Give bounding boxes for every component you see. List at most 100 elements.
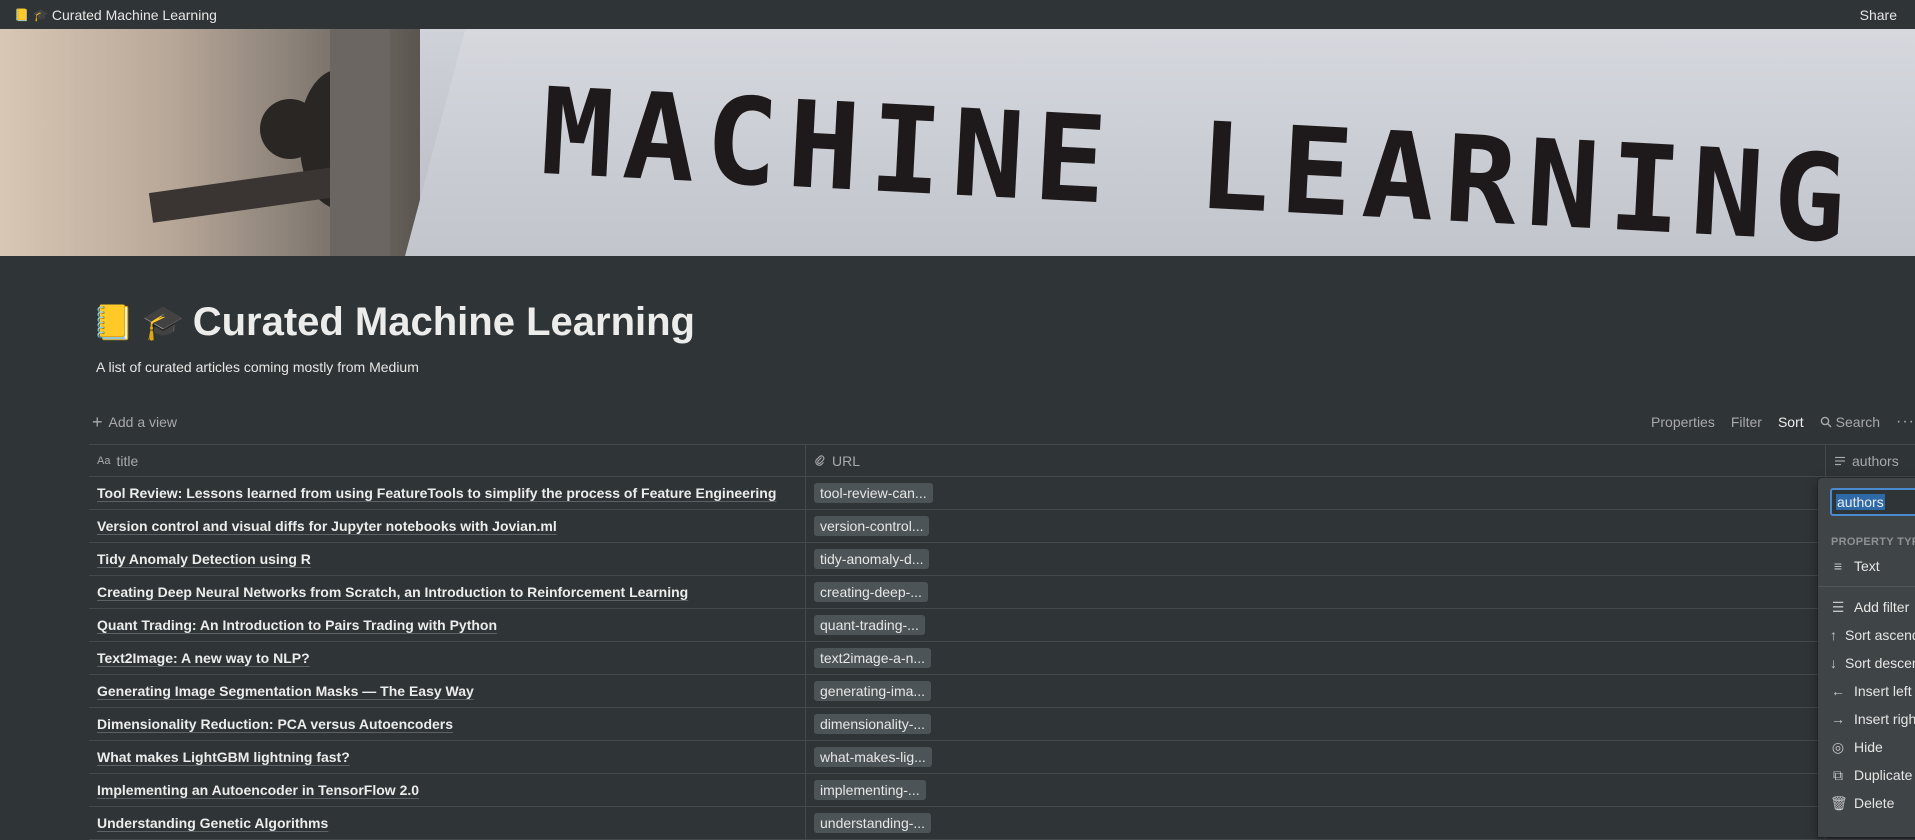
title-cell[interactable]: Tidy Anomaly Detection using R xyxy=(89,543,806,575)
table-row[interactable]: Version control and visual diffs for Jup… xyxy=(89,510,1915,543)
url-cell[interactable]: tidy-anomaly-d... xyxy=(806,543,1826,575)
insert-right-item[interactable]: → Insert right xyxy=(1818,705,1915,733)
url-cell[interactable]: quant-trading-... xyxy=(806,609,1826,641)
table-row[interactable]: What makes LightGBM lightning fast? what-… xyxy=(89,741,1915,774)
menu-item-label: Sort descending xyxy=(1845,655,1915,671)
url-cell[interactable]: dimensionality-... xyxy=(806,708,1826,740)
row-title[interactable]: Text2Image: A new way to NLP? xyxy=(97,650,310,666)
duplicate-item[interactable]: ⧉ Duplicate xyxy=(1818,761,1915,789)
url-cell[interactable]: tool-review-can... xyxy=(806,477,1826,509)
url-cell[interactable]: generating-ima... xyxy=(806,675,1826,707)
table-row[interactable]: Creating Deep Neural Networks from Scrat… xyxy=(89,576,1915,609)
row-title[interactable]: Tool Review: Lessons learned from using … xyxy=(97,485,776,501)
cover-image: MACHINE LEARNING xyxy=(0,29,1915,256)
notebook-icon: 📒 xyxy=(14,7,29,22)
property-name-value: authors xyxy=(1836,494,1885,510)
insert-left-item[interactable]: ← Insert left xyxy=(1818,677,1915,705)
property-type-text[interactable]: ≡ Text xyxy=(1818,552,1915,580)
notebook-icon[interactable]: 📒 xyxy=(92,303,134,343)
url-chip[interactable]: creating-deep-... xyxy=(814,582,928,602)
sort-ascending-item[interactable]: ↑ Sort ascending xyxy=(1818,621,1915,649)
row-title[interactable]: Generating Image Segmentation Masks — Th… xyxy=(97,683,474,699)
url-chip[interactable]: implementing-... xyxy=(814,780,926,800)
url-chip[interactable]: what-makes-lig... xyxy=(814,747,932,767)
title-cell[interactable]: Dimensionality Reduction: PCA versus Aut… xyxy=(89,708,806,740)
title-cell[interactable]: Creating Deep Neural Networks from Scrat… xyxy=(89,576,806,608)
page-title-text[interactable]: Curated Machine Learning xyxy=(193,300,695,345)
page-description[interactable]: A list of curated articles coming mostly… xyxy=(96,359,419,375)
table-row[interactable]: Understanding Genetic Algorithms understa… xyxy=(89,807,1915,840)
property-name-input[interactable]: authors xyxy=(1830,488,1915,516)
filter-lines-icon: ☰ xyxy=(1831,598,1845,615)
more-options-icon[interactable]: ··· xyxy=(1896,413,1915,431)
property-type-label: Text xyxy=(1854,558,1880,574)
column-label: title xyxy=(116,452,139,469)
title-cell[interactable]: What makes LightGBM lightning fast? xyxy=(89,741,806,773)
menu-item-label: Duplicate xyxy=(1854,767,1913,783)
url-cell[interactable]: understanding-... xyxy=(806,807,1826,839)
url-cell[interactable]: what-makes-lig... xyxy=(806,741,1826,773)
column-header-url[interactable]: URL xyxy=(806,445,1826,476)
url-cell[interactable]: implementing-... xyxy=(806,774,1826,806)
properties-button[interactable]: Properties xyxy=(1651,414,1715,430)
table-row[interactable]: Generating Image Segmentation Masks — Th… xyxy=(89,675,1915,708)
add-filter-item[interactable]: ☰ Add filter xyxy=(1818,593,1915,621)
add-view-label: Add a view xyxy=(108,414,177,430)
title-cell[interactable]: Generating Image Segmentation Masks — Th… xyxy=(89,675,806,707)
url-chip[interactable]: text2image-a-n... xyxy=(814,648,932,668)
search-label: Search xyxy=(1835,414,1881,430)
text-type-icon: Aa xyxy=(97,454,111,467)
title-cell[interactable]: Quant Trading: An Introduction to Pairs … xyxy=(89,609,806,641)
row-title[interactable]: Version control and visual diffs for Jup… xyxy=(97,518,557,534)
table-row[interactable]: Dimensionality Reduction: PCA versus Aut… xyxy=(89,708,1915,741)
table-row[interactable]: Implementing an Autoencoder in TensorFlo… xyxy=(89,774,1915,807)
delete-item[interactable]: 🗑 Delete xyxy=(1818,789,1915,817)
title-cell[interactable]: Version control and visual diffs for Jup… xyxy=(89,510,806,542)
arrow-right-icon: → xyxy=(1831,711,1845,727)
filter-button[interactable]: Filter xyxy=(1731,414,1762,430)
url-chip[interactable]: version-control... xyxy=(814,516,930,536)
url-chip[interactable]: understanding-... xyxy=(814,813,932,833)
row-title[interactable]: Quant Trading: An Introduction to Pairs … xyxy=(97,617,497,633)
url-chip[interactable]: quant-trading-... xyxy=(814,615,925,635)
row-title[interactable]: Dimensionality Reduction: PCA versus Aut… xyxy=(97,716,453,732)
column-header-authors[interactable]: authors xyxy=(1826,445,1915,476)
url-cell[interactable]: version-control... xyxy=(806,510,1826,542)
menu-item-label: Sort ascending xyxy=(1845,627,1915,643)
add-view-button[interactable]: + Add a view xyxy=(92,413,177,431)
search-button[interactable]: Search xyxy=(1820,414,1880,430)
share-button[interactable]: Share xyxy=(1856,7,1901,23)
eye-off-icon: ◎ xyxy=(1831,738,1845,755)
table-row[interactable]: Quant Trading: An Introduction to Pairs … xyxy=(89,609,1915,642)
row-title[interactable]: Creating Deep Neural Networks from Scrat… xyxy=(97,584,688,600)
text-lines-icon xyxy=(1835,456,1845,465)
graduation-cap-icon: 🎓 xyxy=(32,7,48,22)
row-title[interactable]: Implementing an Autoencoder in TensorFlo… xyxy=(97,782,419,798)
url-chip[interactable]: tool-review-can... xyxy=(814,483,933,503)
url-cell[interactable]: text2image-a-n... xyxy=(806,642,1826,674)
table-row[interactable]: Text2Image: A new way to NLP? text2image-… xyxy=(89,642,1915,675)
url-cell[interactable]: creating-deep-... xyxy=(806,576,1826,608)
property-menu: authors PROPERTY TYPE ≡ Text ☰ Add filter… xyxy=(1818,478,1915,837)
title-cell[interactable]: Understanding Genetic Algorithms xyxy=(89,807,806,839)
table-row[interactable]: Tool Review: Lessons learned from using … xyxy=(89,477,1915,510)
sort-button[interactable]: Sort xyxy=(1778,414,1804,430)
row-title[interactable]: Understanding Genetic Algorithms xyxy=(97,815,328,831)
title-cell[interactable]: Tool Review: Lessons learned from using … xyxy=(89,477,806,509)
column-header-title[interactable]: Aa title xyxy=(89,445,806,476)
table-row[interactable]: Tidy Anomaly Detection using R tidy-anoma… xyxy=(89,543,1915,576)
menu-item-label: Insert left xyxy=(1854,683,1912,699)
row-title[interactable]: Tidy Anomaly Detection using R xyxy=(97,551,311,567)
menu-item-label: Add filter xyxy=(1854,599,1910,615)
sort-descending-item[interactable]: ↓ Sort descending xyxy=(1818,649,1915,677)
url-chip[interactable]: generating-ima... xyxy=(814,681,932,701)
row-title[interactable]: What makes LightGBM lightning fast? xyxy=(97,749,350,765)
url-chip[interactable]: dimensionality-... xyxy=(814,714,932,734)
url-chip[interactable]: tidy-anomaly-d... xyxy=(814,549,930,569)
breadcrumb[interactable]: 📒 🎓 Curated Machine Learning xyxy=(14,7,217,23)
page-title[interactable]: 📒 🎓 Curated Machine Learning xyxy=(92,300,695,345)
title-cell[interactable]: Text2Image: A new way to NLP? xyxy=(89,642,806,674)
title-cell[interactable]: Implementing an Autoencoder in TensorFlo… xyxy=(89,774,806,806)
menu-item-label: Hide xyxy=(1854,739,1883,755)
hide-item[interactable]: ◎ Hide xyxy=(1818,733,1915,761)
